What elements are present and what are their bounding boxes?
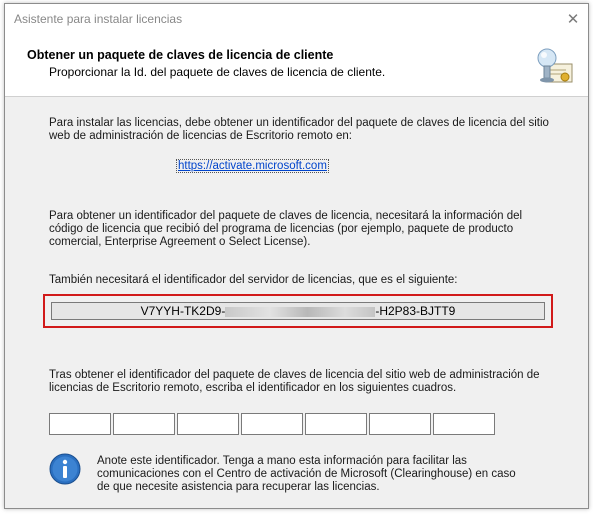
certificate-icon: [537, 48, 573, 83]
server-id-field: V7YYH-TK2D9- -H2P83-BJTT9: [51, 302, 545, 320]
license-id-box-6[interactable]: [369, 413, 431, 435]
license-id-box-2[interactable]: [113, 413, 175, 435]
server-id-prefix: V7YYH-TK2D9-: [140, 304, 226, 318]
window-title: Asistente para instalar licencias: [14, 12, 183, 26]
info-icon: [49, 453, 81, 485]
license-id-boxes: [49, 413, 497, 435]
header-subtitle: Proporcionar la Id. del paquete de clave…: [49, 65, 386, 79]
wizard-content: Para instalar las licencias, debe obtene…: [5, 97, 588, 508]
license-id-box-4[interactable]: [241, 413, 303, 435]
title-bar: Asistente para instalar licencias ✕: [5, 4, 588, 34]
license-id-box-1[interactable]: [49, 413, 111, 435]
wizard-header: Obtener un paquete de claves de licencia…: [5, 34, 588, 97]
server-id-label: También necesitará el identificador del …: [49, 274, 458, 286]
license-wizard-window: Asistente para instalar licencias ✕ Obte…: [4, 3, 589, 509]
license-id-box-7[interactable]: [433, 413, 495, 435]
server-id-suffix: -H2P83-BJTT9: [375, 304, 456, 318]
license-id-box-5[interactable]: [305, 413, 367, 435]
redacted-block: [225, 306, 376, 317]
requirements-text: Para obtener un identificador del paquet…: [49, 210, 523, 248]
server-id-highlight: V7YYH-TK2D9- -H2P83-BJTT9: [43, 294, 553, 328]
close-button[interactable]: ✕: [562, 8, 584, 30]
note-text: Anote este identificador. Tenga a mano e…: [97, 455, 516, 493]
close-icon: ✕: [566, 11, 580, 28]
activation-link[interactable]: https://activate.microsoft.com: [176, 159, 329, 173]
entry-instructions: Tras obtener el identificador del paquet…: [49, 369, 540, 394]
header-title: Obtener un paquete de claves de licencia…: [27, 48, 334, 62]
license-id-box-3[interactable]: [177, 413, 239, 435]
intro-text: Para instalar las licencias, debe obtene…: [49, 117, 549, 142]
